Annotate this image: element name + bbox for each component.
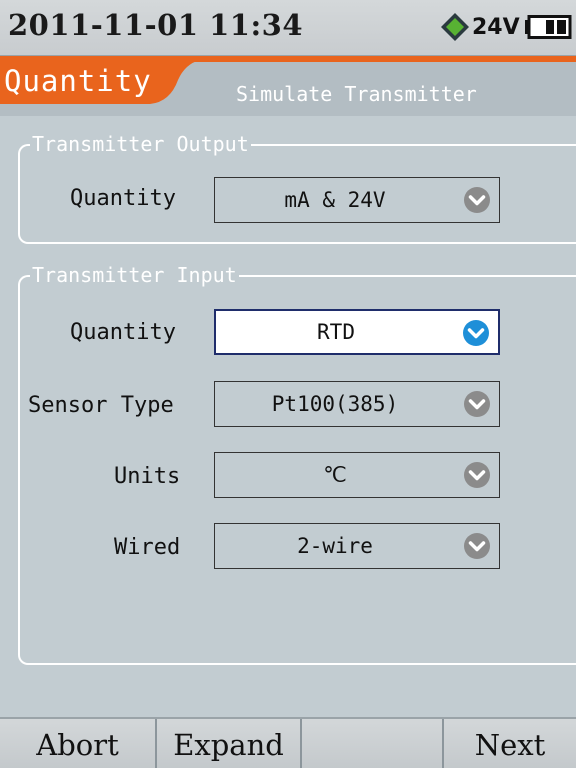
wired-label: Wired bbox=[114, 535, 181, 560]
next-button[interactable]: Next bbox=[444, 719, 576, 768]
chevron-down-icon bbox=[464, 462, 490, 488]
diamond-power-icon bbox=[441, 13, 469, 41]
softkey-bar: Abort Expand Next bbox=[0, 717, 576, 768]
date-time: 2011-11-01 11:34 bbox=[8, 8, 304, 42]
output-quantity-select[interactable]: mA & 24V bbox=[214, 177, 500, 223]
tab-quantity-label: Quantity bbox=[4, 64, 152, 98]
output-quantity-label: Quantity bbox=[70, 186, 176, 211]
input-quantity-label: Quantity bbox=[70, 320, 176, 345]
tab-bar: Quantity Simulate Transmitter bbox=[0, 56, 576, 116]
abort-button[interactable]: Abort bbox=[0, 719, 157, 768]
blank-softkey[interactable] bbox=[302, 719, 444, 768]
wired-select[interactable]: 2-wire bbox=[214, 523, 500, 569]
tab-simulate-transmitter[interactable]: Simulate Transmitter bbox=[236, 82, 477, 106]
select-value: Pt100(385) bbox=[271, 392, 399, 416]
input-quantity-select[interactable]: RTD bbox=[214, 309, 500, 355]
chevron-down-icon bbox=[464, 187, 490, 213]
select-value: mA & 24V bbox=[284, 188, 386, 212]
units-select[interactable]: ℃ bbox=[214, 452, 500, 498]
voltage-label: 24V bbox=[472, 14, 520, 40]
select-value: ℃ bbox=[323, 463, 347, 487]
group-title: Transmitter Input bbox=[30, 263, 239, 287]
expand-button[interactable]: Expand bbox=[157, 719, 302, 768]
select-value: RTD bbox=[317, 320, 355, 344]
status-bar: 2011-11-01 11:34 24V bbox=[0, 0, 576, 56]
chevron-down-icon bbox=[464, 533, 490, 559]
tab-quantity[interactable]: Quantity bbox=[0, 60, 200, 106]
units-label: Units bbox=[114, 464, 181, 489]
group-title: Transmitter Output bbox=[30, 132, 251, 156]
sensor-type-select[interactable]: Pt100(385) bbox=[214, 381, 500, 427]
battery-icon bbox=[524, 15, 572, 39]
chevron-down-icon bbox=[464, 391, 490, 417]
select-value: 2-wire bbox=[297, 534, 373, 558]
power-indicator: 24V bbox=[440, 10, 572, 44]
sensor-type-label: Sensor Type bbox=[28, 393, 174, 418]
chevron-down-icon bbox=[463, 320, 489, 346]
